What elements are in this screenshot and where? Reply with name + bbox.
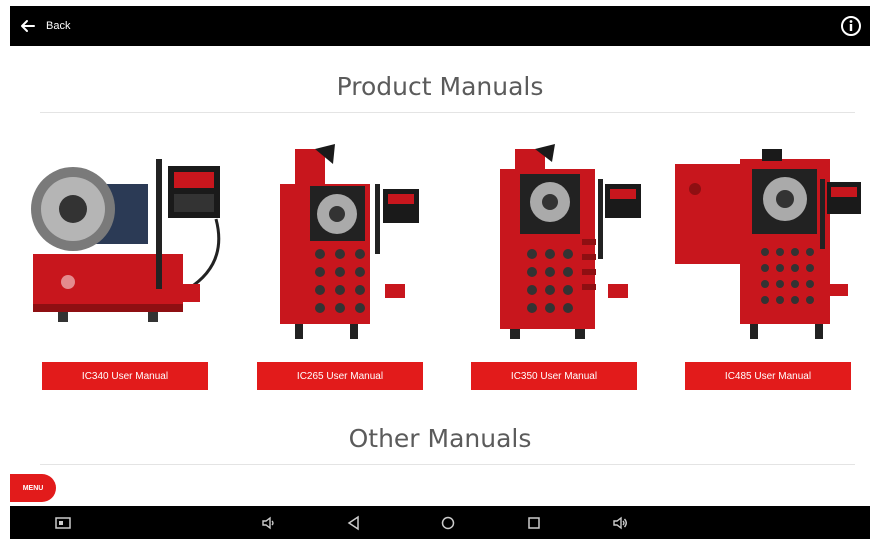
home-circle-icon[interactable] [440,515,456,531]
volume-up-icon[interactable] [612,515,628,531]
top-bar: Back [10,6,870,46]
recents-square-icon[interactable] [526,515,542,531]
screenshot-icon[interactable] [55,515,71,531]
ic350-machine-image [500,144,641,339]
app-window: Back Product Manuals IC340 User Manual I… [0,0,873,539]
ic265-machine-image [280,144,419,339]
product-manuals-title: Product Manuals [336,72,544,101]
arrow-left-icon [21,20,35,32]
back-label: Back [46,20,71,32]
ic340-machine-image [31,159,221,322]
back-triangle-icon[interactable] [346,515,362,531]
info-icon[interactable] [840,15,862,37]
other-manuals-title: Other Manuals [348,424,532,453]
ic485-manual-button[interactable]: IC485 User Manual [685,362,851,390]
divider [40,464,855,465]
menu-button[interactable]: MENU [10,474,56,502]
ic485-machine-image [675,149,861,339]
ic340-manual-button[interactable]: IC340 User Manual [42,362,208,390]
volume-down-icon[interactable] [261,515,277,531]
main-content: Product Manuals IC340 User Manual IC265 … [10,46,870,506]
ic265-manual-button[interactable]: IC265 User Manual [257,362,423,390]
divider [40,112,855,113]
ic350-manual-button[interactable]: IC350 User Manual [471,362,637,390]
back-button[interactable]: Back [20,18,70,34]
android-nav-bar [10,506,870,539]
